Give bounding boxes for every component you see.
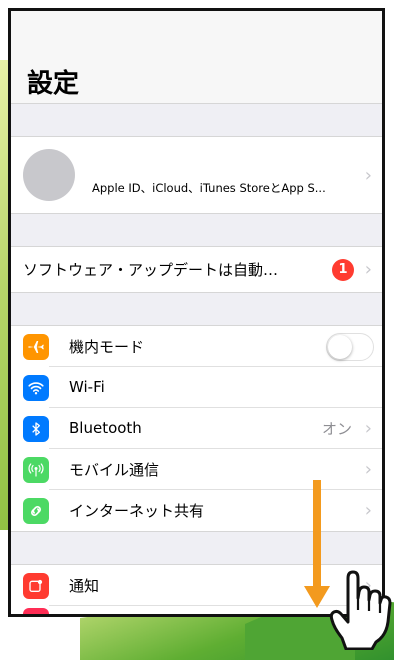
notifications-label: 通知	[69, 576, 100, 595]
cellular-icon	[23, 456, 49, 483]
swipe-down-hand-icon	[329, 570, 392, 650]
bluetooth-status: オン	[321, 420, 352, 438]
airplane-mode-label: 機内モード	[69, 337, 145, 356]
nav-header: 設定	[11, 11, 382, 104]
profile-group: Apple ID、iCloud、iTunes StoreとApp S... ›	[11, 136, 382, 214]
bluetooth-row[interactable]: Bluetooth オン ›	[11, 408, 382, 449]
bluetooth-icon	[23, 415, 49, 442]
apple-id-subtitle: Apple ID、iCloud、iTunes StoreとApp S...	[92, 181, 326, 195]
wifi-row[interactable]: Wi-Fi	[11, 367, 382, 408]
update-group: ソフトウェア・アップデートは自動… 1 ›	[11, 246, 382, 293]
airplane-mode-toggle[interactable]	[326, 332, 374, 361]
apple-id-row[interactable]: Apple ID、iCloud、iTunes StoreとApp S... ›	[11, 137, 382, 213]
update-badge: 1	[332, 258, 354, 281]
section-gap	[11, 104, 382, 136]
page-title: 設定	[27, 69, 80, 99]
chevron-right-icon: ›	[364, 459, 372, 480]
toggle-knob	[328, 334, 352, 359]
personal-hotspot-label: インターネット共有	[69, 502, 205, 520]
wifi-label: Wi-Fi	[69, 378, 105, 396]
section-gap	[11, 214, 382, 246]
avatar	[23, 149, 75, 201]
bluetooth-label: Bluetooth	[69, 419, 142, 437]
hotspot-icon	[23, 497, 49, 524]
airplane-mode-row[interactable]: 機内モード	[11, 326, 382, 367]
software-update-row[interactable]: ソフトウェア・アップデートは自動… 1 ›	[11, 247, 382, 292]
chevron-right-icon: ›	[364, 500, 372, 521]
chevron-right-icon: ›	[364, 259, 372, 280]
airplane-icon	[23, 333, 49, 360]
wifi-icon	[23, 374, 49, 401]
software-update-label: ソフトウェア・アップデートは自動…	[23, 261, 279, 279]
cellular-label: モバイル通信	[69, 460, 160, 479]
section-gap	[11, 293, 382, 325]
notifications-icon	[23, 572, 49, 599]
chevron-right-icon: ›	[364, 418, 372, 439]
chevron-right-icon: ›	[364, 164, 372, 186]
sounds-icon	[23, 608, 49, 614]
